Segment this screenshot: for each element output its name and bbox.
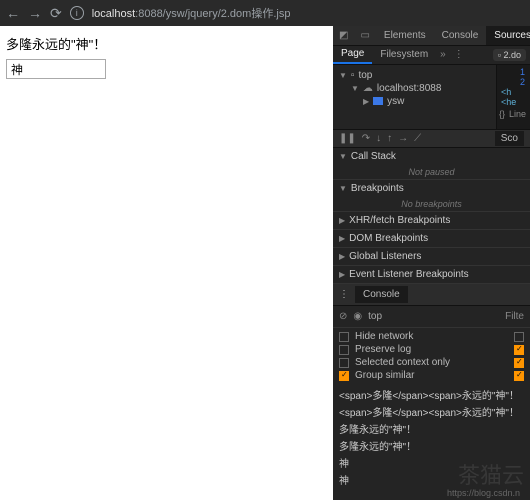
acc-global[interactable]: ▶Global Listeners bbox=[333, 248, 530, 266]
checkbox-preserve[interactable] bbox=[339, 345, 349, 355]
checkbox-selected[interactable] bbox=[339, 358, 349, 368]
checkbox-hide[interactable] bbox=[339, 332, 349, 342]
step-icon[interactable]: → bbox=[398, 133, 408, 144]
eye-icon[interactable]: ◉ bbox=[353, 311, 362, 322]
inspect-icon[interactable]: ◩ bbox=[333, 30, 354, 41]
file-chip[interactable]: ▫ 2.do bbox=[493, 49, 526, 61]
forward-icon[interactable]: → bbox=[28, 5, 42, 21]
address-bar[interactable]: localhost:8088/ysw/jquery/2.dom操作.jsp bbox=[92, 5, 291, 21]
filter-input[interactable]: Filte bbox=[505, 311, 524, 322]
tree-host[interactable]: ▼☁ localhost:8088 bbox=[339, 82, 490, 95]
page-content: 多隆永远的"神"！ bbox=[0, 26, 333, 500]
checkbox-right-1[interactable] bbox=[514, 332, 524, 342]
checkbox-right-4[interactable] bbox=[514, 371, 524, 381]
browser-toolbar: ← → ⟳ i localhost:8088/ysw/jquery/2.dom操… bbox=[0, 0, 530, 26]
devtools-panel: ◩ ▭ Elements Console Sources Page Filesy… bbox=[333, 26, 530, 500]
page-heading: 多隆永远的"神"！ bbox=[6, 34, 327, 53]
opt-label: Hide network bbox=[355, 331, 413, 342]
tree-top[interactable]: ▼▫ top bbox=[339, 69, 490, 82]
step-over-icon[interactable]: ↷ bbox=[362, 133, 370, 144]
opt-label: Selected context only bbox=[355, 357, 450, 368]
back-icon[interactable]: ← bbox=[6, 5, 20, 21]
kebab-icon[interactable]: ⋮ bbox=[339, 289, 349, 300]
console-tab[interactable]: Console bbox=[355, 286, 408, 303]
log-line: 神 bbox=[339, 471, 524, 488]
code-gutter: 1 2 <h <he {}Line bbox=[496, 65, 530, 129]
line-2: 2 bbox=[499, 77, 528, 87]
console-drawer: ⋮ Console ⊘ ◉ top Filte Hide network Pre… bbox=[333, 284, 530, 500]
pause-icon[interactable]: ❚❚ bbox=[339, 133, 356, 144]
opt-label: Group similar bbox=[355, 370, 414, 381]
acc-call-stack[interactable]: ▼Call Stack Not paused bbox=[333, 148, 530, 180]
acc-dom[interactable]: ▶DOM Breakpoints bbox=[333, 230, 530, 248]
checkbox-group[interactable] bbox=[339, 371, 349, 381]
subtab-page[interactable]: Page bbox=[333, 46, 372, 63]
text-input[interactable] bbox=[6, 59, 106, 79]
no-bp-label: No breakpoints bbox=[333, 197, 530, 211]
log-line: <span>多隆</span><span>永远的"神"！ bbox=[339, 403, 524, 420]
step-out-icon[interactable]: ↑ bbox=[387, 133, 392, 144]
info-icon[interactable]: i bbox=[70, 6, 84, 20]
console-log: <span>多隆</span><span>永远的"神"！ <span>多隆</s… bbox=[333, 384, 530, 500]
tab-console[interactable]: Console bbox=[434, 26, 487, 45]
sources-subtabs: Page Filesystem » ⋮ ▫ 2.do bbox=[333, 46, 530, 64]
reload-icon[interactable]: ⟳ bbox=[50, 5, 62, 22]
log-source-url: https://blog.csdn.n bbox=[339, 488, 524, 498]
context-select[interactable]: top bbox=[368, 311, 382, 322]
log-line: 多隆永远的"神"！ bbox=[339, 437, 524, 454]
source-pane: ▼▫ top ▼☁ localhost:8088 ▶ ysw 1 2 <h <h… bbox=[333, 65, 530, 130]
log-line: 神 bbox=[339, 454, 524, 471]
debugger-toolbar: ❚❚ ↷ ↓ ↑ → ⟋ Sco bbox=[333, 130, 530, 148]
code-frag: <he bbox=[499, 97, 528, 107]
clear-icon[interactable]: ⊘ bbox=[339, 311, 347, 322]
devtools-tabs: ◩ ▭ Elements Console Sources bbox=[333, 26, 530, 46]
checkbox-right-3[interactable] bbox=[514, 358, 524, 368]
acc-breakpoints[interactable]: ▼Breakpoints No breakpoints bbox=[333, 180, 530, 212]
step-into-icon[interactable]: ↓ bbox=[376, 133, 381, 144]
tree-folder[interactable]: ▶ ysw bbox=[339, 95, 490, 108]
code-frag: <h bbox=[499, 87, 528, 97]
line-1: 1 bbox=[499, 67, 528, 77]
deactivate-icon[interactable]: ⟋ bbox=[414, 133, 421, 144]
not-paused-label: Not paused bbox=[333, 165, 530, 179]
more-icon[interactable]: » bbox=[436, 49, 450, 60]
kebab-icon[interactable]: ⋮ bbox=[450, 49, 468, 60]
acc-event[interactable]: ▶Event Listener Breakpoints bbox=[333, 266, 530, 284]
tab-elements[interactable]: Elements bbox=[376, 26, 434, 45]
console-options: Hide network Preserve log Selected conte… bbox=[333, 328, 530, 384]
log-line: <span>多隆</span><span>永远的"神"！ bbox=[339, 386, 524, 403]
subtab-filesystem[interactable]: Filesystem bbox=[372, 46, 436, 63]
tab-sources[interactable]: Sources bbox=[486, 26, 530, 45]
log-line: 多隆永远的"神"！ bbox=[339, 420, 524, 437]
scope-label: Sco bbox=[495, 131, 524, 146]
device-icon[interactable]: ▭ bbox=[354, 30, 375, 41]
file-tree: ▼▫ top ▼☁ localhost:8088 ▶ ysw bbox=[333, 65, 496, 129]
opt-label: Preserve log bbox=[355, 344, 411, 355]
checkbox-right-2[interactable] bbox=[514, 345, 524, 355]
acc-xhr[interactable]: ▶XHR/fetch Breakpoints bbox=[333, 212, 530, 230]
